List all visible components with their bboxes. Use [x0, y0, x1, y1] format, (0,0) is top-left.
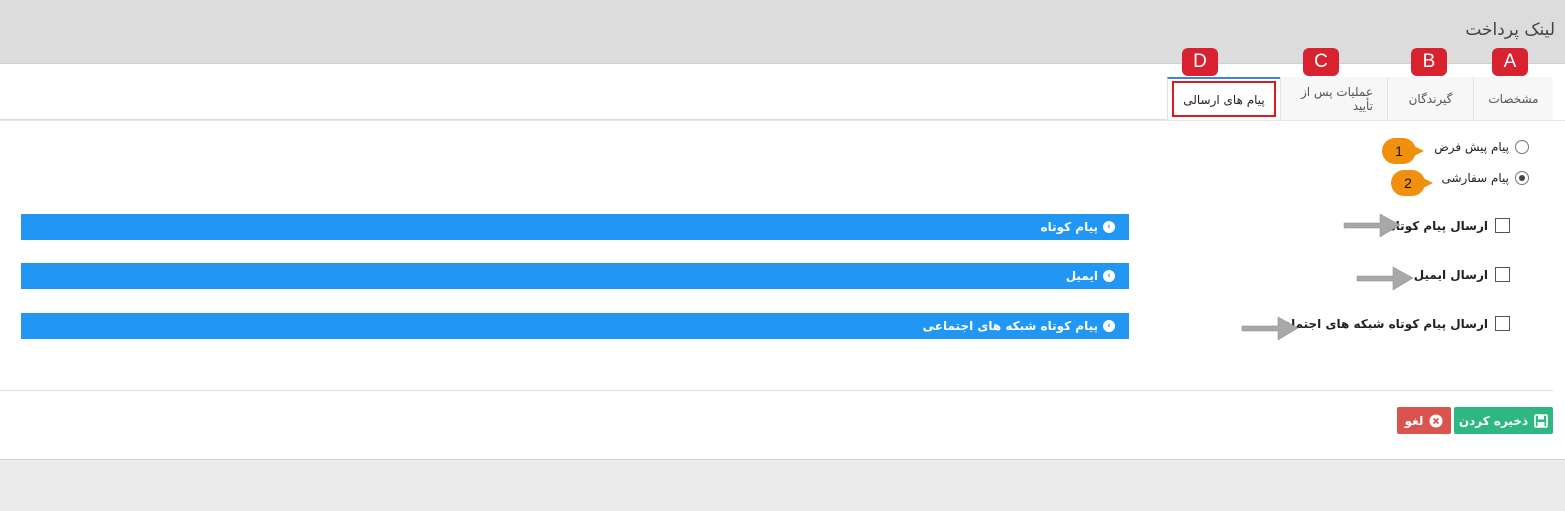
- checkbox[interactable]: [1495, 218, 1510, 233]
- section-bar-social[interactable]: › پیام کوتاه شبکه های اجتماعی: [21, 313, 1129, 339]
- annotation-letter-d: D: [1182, 48, 1218, 76]
- checkbox-label: ارسال پیام کوتاه: [1388, 218, 1488, 233]
- floppy-disk-icon: [1534, 413, 1548, 428]
- save-button-label: ذخیره کردن: [1458, 413, 1529, 428]
- cancel-button-label: لغو: [1404, 413, 1424, 428]
- section-bar-email[interactable]: › ایمیل: [21, 263, 1129, 289]
- annotation-letter-a: A: [1492, 48, 1528, 76]
- cancel-button[interactable]: لغو: [1397, 407, 1451, 434]
- checkbox-send-email[interactable]: ارسال ایمیل: [1414, 267, 1510, 282]
- save-button[interactable]: ذخیره کردن: [1454, 407, 1553, 434]
- chevron-circle-icon: ›: [1103, 320, 1115, 332]
- checkbox[interactable]: [1495, 267, 1510, 282]
- section-bar-sms[interactable]: › پیام کوتاه: [21, 214, 1129, 240]
- radio-label: پیام پیش فرض: [1434, 140, 1509, 154]
- radio-default-message[interactable]: پیام پیش فرض: [1434, 140, 1529, 154]
- close-circle-icon: [1429, 414, 1443, 428]
- tab-sent-messages[interactable]: پیام های ارسالی: [1167, 77, 1280, 120]
- chevron-circle-icon: ›: [1103, 270, 1115, 282]
- chevron-circle-icon: ›: [1103, 221, 1115, 233]
- checkbox-send-sms[interactable]: ارسال پیام کوتاه: [1389, 218, 1510, 233]
- checkbox-label: ارسال ایمیل: [1413, 267, 1488, 282]
- section-bar-title: ایمیل: [1065, 269, 1098, 283]
- tab-bar: مشخصات گیرندگان عملیات پس از تأیید پیام …: [0, 77, 1553, 120]
- arrow-right-icon: [1241, 316, 1299, 341]
- annotation-letter-c: C: [1303, 48, 1339, 76]
- tab-recipients[interactable]: گیرندگان: [1387, 77, 1473, 120]
- radio-button[interactable]: [1515, 171, 1529, 185]
- tab-post-approval[interactable]: عملیات پس از تأیید: [1280, 77, 1387, 120]
- arrow-right-icon: [1356, 266, 1414, 291]
- section-bar-title: پیام کوتاه: [1040, 220, 1098, 234]
- checkbox-send-social[interactable]: ارسال پیام کوتاه شبکه های اجتماعی: [1271, 316, 1510, 331]
- arrow-right-icon: [1343, 213, 1401, 238]
- radio-label: پیام سفارشی: [1441, 171, 1510, 185]
- checkbox-label: ارسال پیام کوتاه شبکه های اجتماعی: [1270, 316, 1488, 331]
- annotation-letter-b: B: [1411, 48, 1447, 76]
- annotation-badge-2: 2: [1391, 170, 1433, 196]
- panel-divider: [0, 390, 1553, 391]
- section-bar-title: پیام کوتاه شبکه های اجتماعی: [922, 319, 1098, 333]
- annotation-badge-1: 1: [1382, 138, 1424, 164]
- radio-button[interactable]: [1515, 140, 1529, 154]
- page-title: لینک پرداخت: [1465, 20, 1555, 40]
- tab-bar-spacer: [0, 77, 1167, 119]
- tab-details[interactable]: مشخصات: [1473, 77, 1553, 120]
- checkbox[interactable]: [1495, 316, 1510, 331]
- form-panel: مشخصات گیرندگان عملیات پس از تأیید پیام …: [0, 64, 1565, 460]
- tab-content: [0, 120, 1565, 390]
- radio-custom-message[interactable]: پیام سفارشی: [1441, 171, 1529, 185]
